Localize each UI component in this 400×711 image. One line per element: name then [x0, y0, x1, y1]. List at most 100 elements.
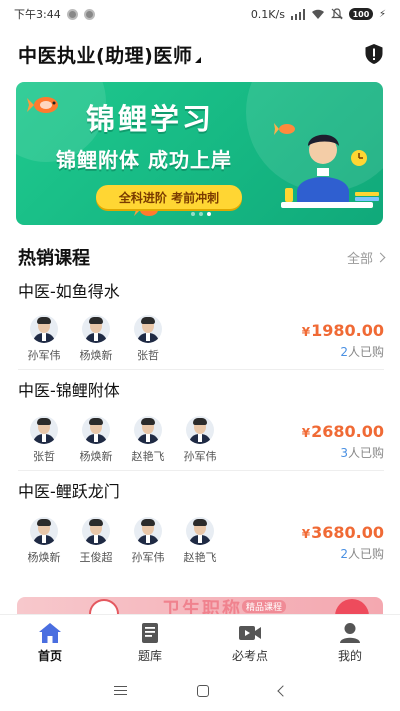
battery-icon: 100: [348, 8, 373, 20]
teacher: 张哲: [122, 315, 174, 363]
teacher-name: 杨焕新: [79, 349, 113, 362]
tab-key-points[interactable]: 必考点: [200, 615, 300, 670]
teacher-list: 张哲 杨焕新 赵艳飞 孙军伟: [18, 416, 226, 464]
teacher-name: 杨焕新: [79, 450, 113, 463]
chevron-right-icon: [375, 252, 386, 262]
teacher-name: 孙军伟: [27, 349, 61, 362]
network-speed: 0.1K/s: [250, 7, 285, 21]
banner-subtitle: 锦鲤附体 成功上岸: [56, 148, 232, 172]
course-title: 中医-锦鲤附体: [18, 381, 120, 400]
section-title: 热销课程: [18, 248, 90, 269]
buyers-count: 2人已购: [340, 345, 384, 359]
exam-selector[interactable]: 中医执业(助理)医师: [18, 41, 202, 68]
teacher: 赵艳飞: [174, 517, 226, 565]
teacher-name: 张哲: [33, 450, 55, 463]
course-card[interactable]: 中医-鲤跃龙门 杨焕新 王俊超 孙军伟 赵艳飞 ¥3680.00 2人已购: [18, 481, 384, 571]
course-price: ¥1980.00: [301, 321, 384, 340]
tab-label: 我的: [337, 648, 362, 663]
bottom-tab-bar: 首页 题库 必考点 我的: [0, 614, 400, 670]
tab-question-bank[interactable]: 题库: [100, 615, 200, 670]
teacher-avatar: [30, 416, 58, 444]
course-title: 中医-鲤跃龙门: [18, 482, 120, 501]
app-header: 中医执业(助理)医师: [0, 36, 400, 72]
divider: [18, 470, 384, 471]
teacher-avatar: [134, 517, 162, 545]
question-bank-icon: [142, 622, 158, 643]
teacher-name: 张哲: [137, 349, 159, 362]
mute-icon: [331, 8, 343, 20]
status-bar: 下午3:44 0.1K/s 100 ⚡: [0, 0, 400, 28]
divider: [18, 369, 384, 370]
carousel-indicator[interactable]: [191, 212, 211, 216]
tab-label: 首页: [37, 648, 62, 663]
notification-icon: [66, 8, 78, 20]
teacher-avatar: [30, 517, 58, 545]
course-card[interactable]: 中医-锦鲤附体 张哲 杨焕新 赵艳飞 孙军伟 ¥2680.00 3人已购: [18, 380, 384, 470]
teacher: 孙军伟: [122, 517, 174, 565]
tab-profile[interactable]: 我的: [300, 615, 400, 670]
carousel-dot[interactable]: [199, 212, 203, 216]
view-all-link[interactable]: 全部: [346, 248, 386, 267]
teacher: 杨焕新: [70, 315, 122, 363]
system-nav-bar: [0, 670, 400, 711]
teacher-list: 孙军伟 杨焕新 张哲: [18, 315, 174, 363]
tab-label: 必考点: [231, 648, 268, 663]
status-time: 下午3:44: [14, 8, 61, 21]
teacher-name: 赵艳飞: [131, 450, 165, 463]
banner-title: 锦鲤学习: [86, 102, 215, 136]
koi-fish-icon: [27, 97, 58, 113]
student-illustration: [281, 134, 379, 208]
teacher-avatar: [134, 416, 162, 444]
tab-label: 题库: [137, 648, 162, 663]
promo-banner[interactable]: 锦鲤学习 锦鲤附体 成功上岸 全科进阶 考前冲刺: [16, 82, 383, 225]
wifi-icon: [311, 9, 324, 19]
dropdown-icon: [195, 57, 202, 63]
teacher-avatar: [82, 517, 110, 545]
teacher-name: 孙军伟: [183, 450, 217, 463]
home-icon: [39, 622, 61, 643]
teacher-list: 杨焕新 王俊超 孙军伟 赵艳飞: [18, 517, 226, 565]
home-button-icon[interactable]: [196, 684, 209, 697]
signal-icon: [290, 8, 305, 20]
teacher-name: 赵艳飞: [183, 551, 217, 564]
teacher: 杨焕新: [18, 517, 70, 565]
back-icon[interactable]: [276, 684, 289, 697]
view-all-label: 全部: [346, 251, 373, 267]
page-title: 中医执业(助理)医师: [18, 44, 193, 67]
carousel-dot[interactable]: [191, 212, 195, 216]
teacher-name: 王俊超: [79, 551, 113, 564]
hot-courses-header: 热销课程 全部: [18, 244, 386, 270]
video-icon: [239, 625, 261, 640]
recent-apps-icon[interactable]: [113, 686, 127, 695]
notification-icon: [83, 8, 95, 20]
teacher-avatar: [134, 315, 162, 343]
promo-tag: 精品课程: [242, 600, 287, 613]
teacher-avatar: [186, 416, 214, 444]
tab-home[interactable]: 首页: [0, 615, 100, 670]
teacher: 孙军伟: [174, 416, 226, 464]
teacher-name: 孙军伟: [131, 551, 165, 564]
teacher: 赵艳飞: [122, 416, 174, 464]
course-price: ¥3680.00: [301, 523, 384, 542]
teacher: 杨焕新: [70, 416, 122, 464]
teacher: 孙军伟: [18, 315, 70, 363]
shield-alert-icon[interactable]: [364, 43, 384, 65]
carousel-dot-active[interactable]: [207, 212, 211, 216]
price-box: ¥2680.00 3人已购: [302, 422, 384, 461]
teacher-avatar: [30, 315, 58, 343]
course-price: ¥2680.00: [301, 422, 384, 441]
teacher: 张哲: [18, 416, 70, 464]
teacher-name: 杨焕新: [27, 551, 61, 564]
price-box: ¥3680.00 2人已购: [302, 523, 384, 562]
teacher-avatar: [82, 315, 110, 343]
buyers-count: 2人已购: [340, 547, 384, 561]
teacher: 王俊超: [70, 517, 122, 565]
banner-pill: 全科进阶 考前冲刺: [96, 185, 242, 209]
price-box: ¥1980.00 2人已购: [302, 321, 384, 360]
profile-icon: [340, 622, 360, 643]
course-title: 中医-如鱼得水: [18, 282, 120, 301]
buyers-count: 3人已购: [340, 446, 384, 460]
course-card[interactable]: 中医-如鱼得水 孙军伟 杨焕新 张哲 ¥1980.00 2人已购: [18, 281, 384, 371]
teacher-avatar: [82, 416, 110, 444]
teacher-avatar: [186, 517, 214, 545]
